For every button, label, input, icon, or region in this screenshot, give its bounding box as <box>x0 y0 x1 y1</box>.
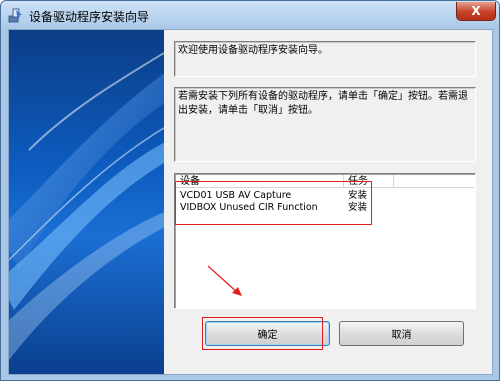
instruction-message: 若需安装下列所有设备的驱动程序，请单击「确定」按钮。若需退出安装，请单击「取消」… <box>174 87 476 162</box>
cancel-button[interactable]: 取消 <box>339 321 464 346</box>
installer-icon <box>8 8 22 23</box>
installer-window: 设备驱动程序安装向导 X 欢迎使用设备驱动程序安装向导。 若需安装下列所有设备的… <box>0 0 500 381</box>
welcome-text: 欢迎使用设备驱动程序安装向导。 <box>178 45 328 56</box>
wizard-body: 欢迎使用设备驱动程序安装向导。 若需安装下列所有设备的驱动程序，请单击「确定」按… <box>8 29 493 375</box>
side-banner-image <box>9 30 164 374</box>
title-bar[interactable]: 设备驱动程序安装向导 X <box>1 1 499 29</box>
annotation-highlight-devices <box>175 181 372 225</box>
annotation-highlight-ok <box>202 317 323 350</box>
arrow-icon <box>207 265 242 296</box>
welcome-message: 欢迎使用设备驱动程序安装向导。 <box>174 41 476 77</box>
window-title: 设备驱动程序安装向导 <box>29 10 150 24</box>
instruction-text: 若需安装下列所有设备的驱动程序，请单击「确定」按钮。若需退出安装，请单击「取消」… <box>178 91 468 116</box>
close-button[interactable]: X <box>456 2 496 21</box>
swoosh-graphic <box>9 51 164 360</box>
close-icon: X <box>471 4 481 18</box>
